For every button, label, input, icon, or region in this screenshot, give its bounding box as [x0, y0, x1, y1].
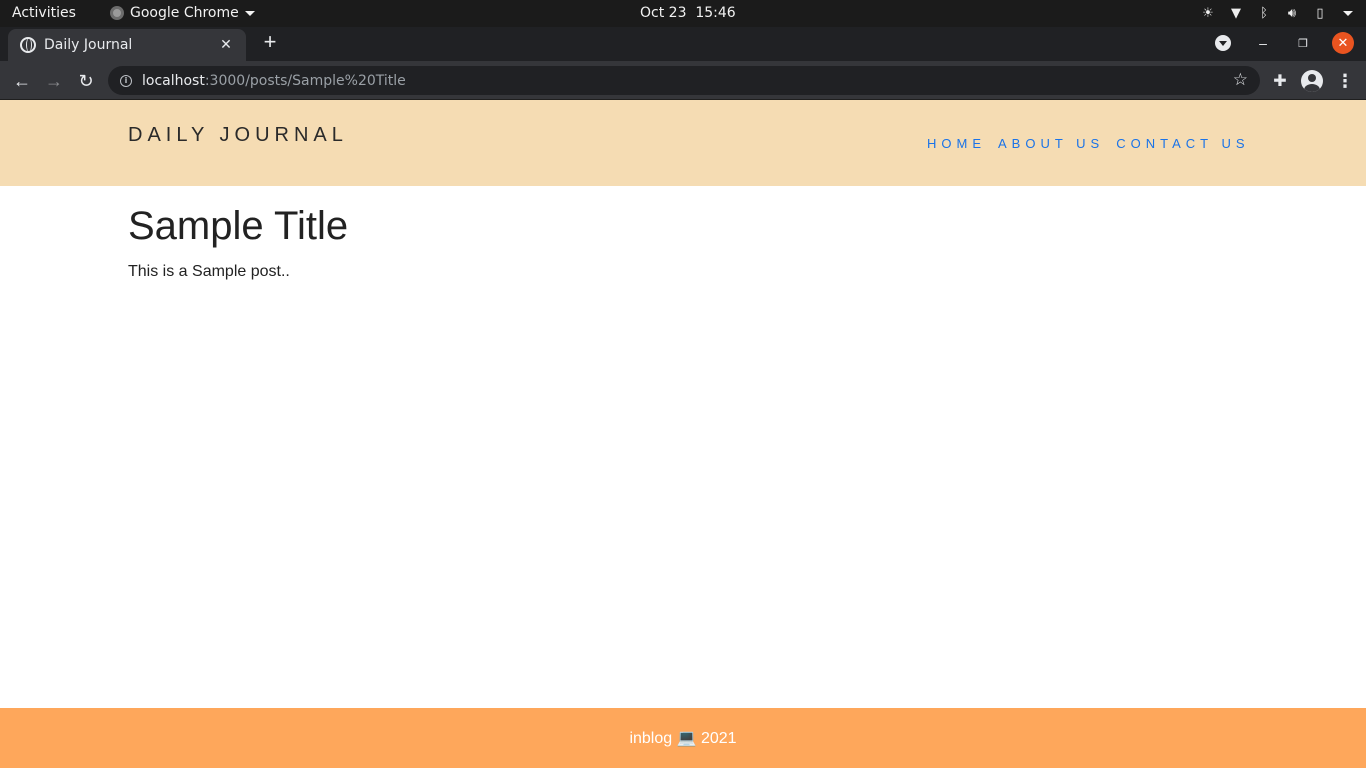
site-brand[interactable]: DAILY JOURNAL [128, 124, 348, 147]
tab-close-icon[interactable]: ✕ [218, 37, 234, 53]
tab-daily-journal[interactable]: Daily Journal ✕ [8, 29, 246, 61]
reload-button[interactable]: ↻ [73, 68, 99, 94]
nav-contact-us[interactable]: CONTACT US [1116, 136, 1249, 151]
more-menu-icon[interactable]: ⋮ [1333, 69, 1357, 93]
app-menu-label: Google Chrome [130, 5, 239, 21]
bookmark-star-icon[interactable]: ☆ [1233, 70, 1248, 90]
footer-text: inblog 💻 2021 [629, 730, 737, 747]
close-icon: ✕ [1332, 32, 1354, 54]
post-title: Sample Title [128, 204, 349, 248]
address-bar[interactable]: i localhost:3000/posts/Sample%20Title ☆ [108, 66, 1260, 95]
browser-toolbar: ← → ↻ i localhost:3000/posts/Sample%20Ti… [0, 61, 1366, 100]
post-body: This is a Sample post.. [128, 263, 290, 280]
tab-search-button[interactable] [1211, 31, 1235, 55]
restore-button[interactable]: ❐ [1291, 31, 1315, 55]
new-tab-button[interactable]: + [259, 31, 281, 55]
tab-title: Daily Journal [44, 37, 133, 53]
caret-down-icon [244, 10, 255, 16]
post-content: Sample Title This is a Sample post.. [128, 204, 348, 281]
profile-icon [1301, 70, 1323, 92]
forward-button[interactable]: → [41, 68, 67, 94]
system-top-bar: Activities Google Chrome Oct 23 15:46 ☀ … [0, 0, 1366, 27]
site-nav: HOME ABOUT US CONTACT US [927, 136, 1262, 151]
site-header: DAILY JOURNAL HOME ABOUT US CONTACT US [0, 100, 1366, 186]
clock[interactable]: Oct 23 15:46 [640, 5, 736, 21]
brightness-icon[interactable]: ☀ [1200, 4, 1216, 22]
profile-avatar[interactable] [1300, 69, 1324, 93]
tab-search-icon [1215, 35, 1231, 51]
close-window-button[interactable]: ✕ [1331, 31, 1355, 55]
extensions-icon[interactable]: ✚ [1268, 69, 1292, 93]
activities-button[interactable]: Activities [12, 5, 76, 21]
volume-icon[interactable]: 🔊︎ [1284, 4, 1300, 22]
tab-strip: Daily Journal ✕ + – ❐ ✕ [0, 27, 1366, 61]
url-host: localhost [142, 72, 205, 89]
system-tray[interactable]: ☀ ▼ ᛒ 🔊︎ ▯ [1200, 4, 1356, 22]
nav-about-us[interactable]: ABOUT US [998, 136, 1104, 151]
system-menu-caret-icon[interactable] [1340, 4, 1356, 22]
back-button[interactable]: ← [9, 68, 35, 94]
battery-icon[interactable]: ▯ [1312, 4, 1328, 22]
site-info-icon[interactable]: i [120, 74, 132, 87]
wifi-icon[interactable]: ▼ [1228, 4, 1244, 22]
minimize-button[interactable]: – [1251, 31, 1275, 55]
nav-home[interactable]: HOME [927, 136, 986, 151]
url-path: :3000/posts/Sample%20Title [204, 72, 406, 89]
chrome-icon [110, 6, 124, 20]
app-menu[interactable]: Google Chrome [110, 5, 255, 21]
site-footer: inblog 💻 2021 [0, 708, 1366, 768]
globe-icon [20, 37, 36, 53]
bluetooth-icon[interactable]: ᛒ [1256, 4, 1272, 22]
